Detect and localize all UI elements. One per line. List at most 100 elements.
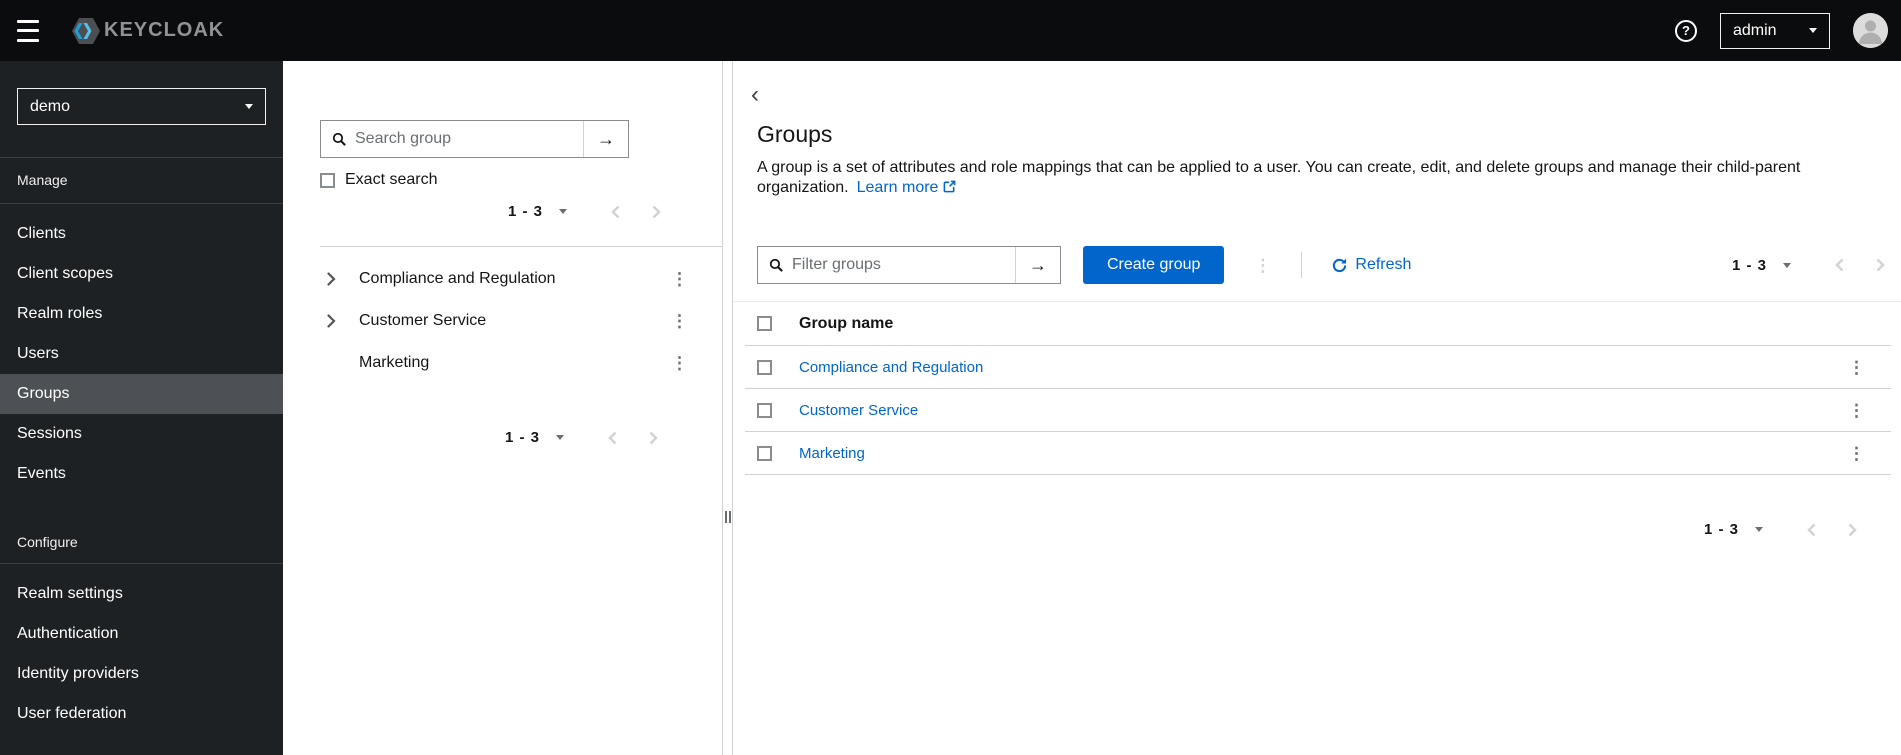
sidebar-item-clients[interactable]: Clients [0, 214, 283, 254]
row-checkbox[interactable] [757, 359, 772, 375]
user-menu-dropdown[interactable]: admin [1720, 12, 1830, 49]
tree-pagination-top: 1 - 3 [508, 203, 661, 220]
table-pagination-top: 1 - 3 [1732, 257, 1885, 274]
kebab-menu-icon[interactable]: ⋮ [671, 271, 688, 288]
expand-chevron-icon[interactable] [326, 272, 336, 286]
help-icon[interactable]: ? [1675, 19, 1697, 42]
kebab-menu-icon[interactable]: ⋮ [671, 313, 688, 330]
kebab-menu-icon[interactable]: ⋮ [1848, 359, 1865, 376]
group-search-input[interactable] [348, 130, 583, 148]
kebab-menu-icon[interactable]: ⋮ [1848, 445, 1865, 462]
pagination-caret-icon[interactable] [1783, 262, 1791, 268]
main-content: ‹ Groups A group is a set of attributes … [732, 61, 1901, 755]
sidebar-item-groups[interactable]: Groups [0, 374, 283, 414]
group-tree-panel: → Exact search 1 - 3 Compliance and Re [283, 61, 723, 755]
keycloak-logo: KEYCLOAK [70, 15, 224, 47]
previous-page-button[interactable] [1835, 258, 1845, 272]
tree-item-label[interactable]: Compliance and Regulation [359, 270, 556, 288]
pagination-caret-icon[interactable] [559, 209, 568, 214]
filter-groups: → [757, 246, 1061, 284]
table-row: Compliance and Regulation ⋮ [745, 346, 1891, 389]
row-checkbox[interactable] [757, 445, 772, 461]
expand-chevron-icon[interactable] [326, 314, 336, 328]
group-link[interactable]: Marketing [799, 445, 865, 462]
pagination-caret-icon[interactable] [1755, 527, 1763, 532]
panel-resize-handle[interactable] [723, 61, 732, 755]
groups-table: Group name Compliance and Regulation ⋮ C… [745, 302, 1891, 475]
sidebar-item-authentication[interactable]: Authentication [0, 614, 283, 654]
chevron-down-icon [245, 104, 253, 109]
page-title: Groups [757, 121, 833, 147]
group-search: → [320, 120, 629, 158]
page-body: demo Manage Clients Client scopes Realm … [0, 61, 1901, 755]
column-header-group-name: Group name [799, 314, 894, 332]
divider [320, 246, 722, 247]
pagination-range[interactable]: 1 - 3 [508, 203, 543, 220]
sidebar-item-realm-settings[interactable]: Realm settings [0, 574, 283, 614]
group-link[interactable]: Customer Service [799, 402, 918, 419]
chevron-down-icon [1809, 28, 1817, 33]
nav-section-manage: Manage [17, 172, 68, 188]
sidebar-item-realm-roles[interactable]: Realm roles [0, 294, 283, 334]
learn-more-link[interactable]: Learn more [857, 179, 957, 196]
sidebar-item-sessions[interactable]: Sessions [0, 414, 283, 454]
row-checkbox[interactable] [757, 402, 772, 418]
sidebar-item-events[interactable]: Events [0, 454, 283, 494]
sidebar-item-user-federation[interactable]: User federation [0, 694, 283, 734]
pagination-caret-icon[interactable] [556, 435, 565, 440]
nav-section-configure: Configure [17, 534, 78, 550]
filter-groups-input[interactable] [785, 256, 1015, 274]
kebab-menu-icon[interactable]: ⋮ [671, 355, 688, 372]
avatar[interactable] [1853, 13, 1888, 48]
realm-selector[interactable]: demo [17, 88, 266, 125]
arrow-right-icon: → [1029, 254, 1047, 275]
exact-search-label: Exact search [345, 171, 438, 188]
next-page-button[interactable] [1847, 523, 1857, 537]
table-row: Marketing ⋮ [745, 432, 1891, 475]
sidebar-item-client-scopes[interactable]: Client scopes [0, 254, 283, 294]
keycloak-logo-icon [70, 15, 102, 47]
sidebar-item-identity-providers[interactable]: Identity providers [0, 654, 283, 694]
next-page-button[interactable] [648, 431, 658, 445]
nav-list-manage: Clients Client scopes Realm roles Users … [0, 204, 283, 494]
groups-toolbar: → Create group ⋮ Refresh 1 - 3 [757, 246, 1901, 284]
previous-page-button[interactable] [608, 431, 618, 445]
tree-row: Customer Service ⋮ [283, 300, 722, 342]
table-row: Customer Service ⋮ [745, 389, 1891, 432]
pagination-range[interactable]: 1 - 3 [505, 429, 540, 446]
realm-name: demo [30, 97, 71, 115]
search-icon [321, 132, 348, 146]
previous-page-button[interactable] [611, 205, 621, 219]
nav-list-configure: Realm settings Authentication Identity p… [0, 564, 283, 734]
kebab-menu-icon[interactable]: ⋮ [1848, 402, 1865, 419]
group-search-submit-button[interactable]: → [583, 121, 628, 157]
tree-row: Marketing ⋮ [283, 342, 722, 384]
sidebar-item-users[interactable]: Users [0, 334, 283, 374]
select-all-checkbox[interactable] [757, 316, 772, 331]
tree-item-label[interactable]: Customer Service [359, 312, 486, 330]
collapse-panel-button[interactable]: ‹ [751, 83, 759, 107]
group-tree: Compliance and Regulation ⋮ Customer Ser… [283, 258, 722, 384]
table-header-row: Group name [745, 302, 1891, 346]
pagination-range[interactable]: 1 - 3 [1704, 521, 1739, 538]
table-pagination-bottom: 1 - 3 [1704, 521, 1857, 538]
create-group-button[interactable]: Create group [1083, 246, 1225, 284]
exact-search-checkbox[interactable] [320, 172, 335, 188]
exact-search-toggle: Exact search [320, 171, 437, 189]
refresh-button[interactable]: Refresh [1332, 256, 1411, 274]
toolbar-kebab-menu-icon[interactable]: ⋮ [1254, 257, 1271, 274]
next-page-button[interactable] [651, 205, 661, 219]
tree-row: Compliance and Regulation ⋮ [283, 258, 722, 300]
pagination-range[interactable]: 1 - 3 [1732, 257, 1767, 274]
page-description: A group is a set of attributes and role … [757, 159, 1801, 196]
external-link-icon [944, 180, 956, 193]
masthead-right: ? admin [1675, 12, 1888, 49]
tree-item-label[interactable]: Marketing [359, 354, 429, 372]
group-link[interactable]: Compliance and Regulation [799, 359, 983, 376]
next-page-button[interactable] [1875, 258, 1885, 272]
filter-submit-button[interactable]: → [1015, 247, 1060, 283]
brand-name: KEYCLOAK [104, 19, 225, 41]
previous-page-button[interactable] [1807, 523, 1817, 537]
hamburger-menu-button[interactable] [15, 18, 45, 44]
sidebar-nav: demo Manage Clients Client scopes Realm … [0, 61, 283, 755]
